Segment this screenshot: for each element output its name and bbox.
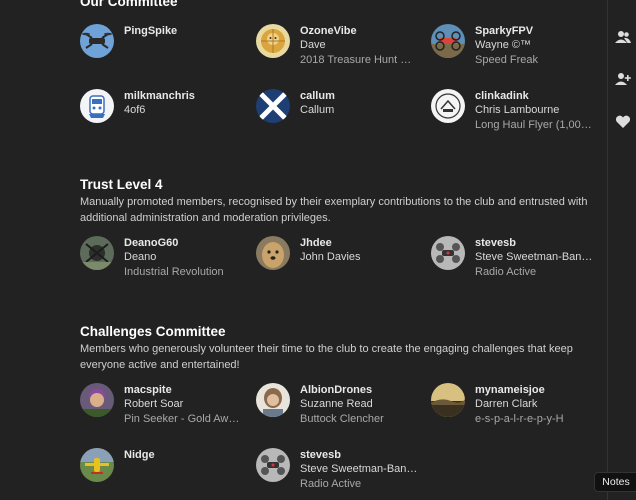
member-card[interactable]: Jhdee John Davies (256, 236, 426, 286)
member-username[interactable]: callum (300, 89, 426, 103)
member-card[interactable]: stevesb Steve Sweetman-Ban… Radio Active (256, 448, 426, 498)
avatar[interactable] (431, 24, 465, 58)
avatar[interactable] (80, 236, 114, 270)
avatar[interactable] (256, 448, 290, 482)
member-title: Radio Active (300, 478, 362, 490)
member-title: Radio Active (475, 266, 537, 278)
avatar[interactable] (256, 383, 290, 417)
avatar[interactable] (431, 89, 465, 123)
avatar[interactable] (80, 383, 114, 417)
avatar[interactable] (431, 236, 465, 270)
member-name: Callum (300, 104, 335, 116)
member-username[interactable]: milkmanchris (124, 89, 250, 103)
member-name: Robert Soar (124, 398, 184, 410)
section-title-challenges-committee: Challenges Committee (80, 324, 226, 339)
user-plus-icon[interactable] (614, 70, 632, 88)
avatar[interactable] (80, 24, 114, 58)
member-card[interactable]: milkmanchris 4of6 (80, 89, 250, 139)
member-name: Wayne ©™ (475, 39, 531, 51)
heart-icon[interactable] (614, 113, 632, 131)
member-title: Pin Seeker - Gold Aw… (124, 413, 240, 425)
member-username[interactable]: DeanoG60 (124, 236, 250, 250)
member-card[interactable]: Nidge (80, 448, 250, 498)
member-card[interactable]: callum Callum (256, 89, 426, 139)
member-card[interactable]: PingSpike (80, 24, 250, 74)
section-description: Members who generously volunteer their t… (80, 343, 573, 371)
member-name: Dave (300, 39, 326, 51)
avatar[interactable] (431, 383, 465, 417)
member-title: Speed Freak (475, 54, 538, 66)
member-username[interactable]: SparkyFPV (475, 24, 601, 38)
avatar[interactable] (256, 89, 290, 123)
member-username[interactable]: stevesb (475, 236, 601, 250)
member-username[interactable]: mynameisjoe (475, 383, 601, 397)
member-username[interactable]: PingSpike (124, 24, 250, 38)
member-username[interactable]: clinkadink (475, 89, 601, 103)
avatar[interactable] (80, 448, 114, 482)
section-title-trust-level-4: Trust Level 4 (80, 177, 163, 192)
member-username[interactable]: Nidge (124, 448, 250, 462)
member-card[interactable]: DeanoG60 Deano Industrial Revolution (80, 236, 250, 286)
member-card[interactable]: macspite Robert Soar Pin Seeker - Gold A… (80, 383, 250, 433)
member-name: Suzanne Read (300, 398, 373, 410)
member-name: John Davies (300, 251, 361, 263)
member-name: Steve Sweetman-Ban… (300, 463, 418, 475)
member-title: Industrial Revolution (124, 266, 224, 278)
users-icon[interactable] (614, 28, 632, 46)
member-name: Chris Lambourne (475, 104, 560, 116)
section-title-committee: Our Committee (80, 0, 178, 9)
member-title: Long Haul Flyer (1,00… (475, 119, 592, 131)
notes-button[interactable]: Notes (594, 472, 636, 492)
member-card[interactable]: clinkadink Chris Lambourne Long Haul Fly… (431, 89, 601, 139)
member-name: Steve Sweetman-Ban… (475, 251, 593, 263)
member-card[interactable]: stevesb Steve Sweetman-Ban… Radio Active (431, 236, 601, 286)
member-card[interactable]: OzoneVibe Dave 2018 Treasure Hunt … (256, 24, 426, 74)
member-card[interactable]: AlbionDrones Suzanne Read Buttock Clench… (256, 383, 426, 433)
member-username[interactable]: stevesb (300, 448, 426, 462)
member-title: 2018 Treasure Hunt … (300, 54, 412, 66)
member-name: 4of6 (124, 104, 146, 116)
avatar[interactable] (256, 24, 290, 58)
member-title: e-s-p-a-l-r-e-p-y-H (475, 413, 564, 425)
section-description: Manually promoted members, recognised by… (80, 196, 588, 224)
member-card[interactable]: mynameisjoe Darren Clark e-s-p-a-l-r-e-p… (431, 383, 601, 433)
member-username[interactable]: Jhdee (300, 236, 426, 250)
member-name: Darren Clark (475, 398, 538, 410)
member-username[interactable]: AlbionDrones (300, 383, 426, 397)
member-username[interactable]: OzoneVibe (300, 24, 426, 38)
avatar[interactable] (80, 89, 114, 123)
right-sidebar (607, 0, 636, 500)
member-name: Deano (124, 251, 157, 263)
avatar[interactable] (256, 236, 290, 270)
member-card[interactable]: SparkyFPV Wayne ©™ Speed Freak (431, 24, 601, 74)
member-username[interactable]: macspite (124, 383, 250, 397)
member-title: Buttock Clencher (300, 413, 384, 425)
